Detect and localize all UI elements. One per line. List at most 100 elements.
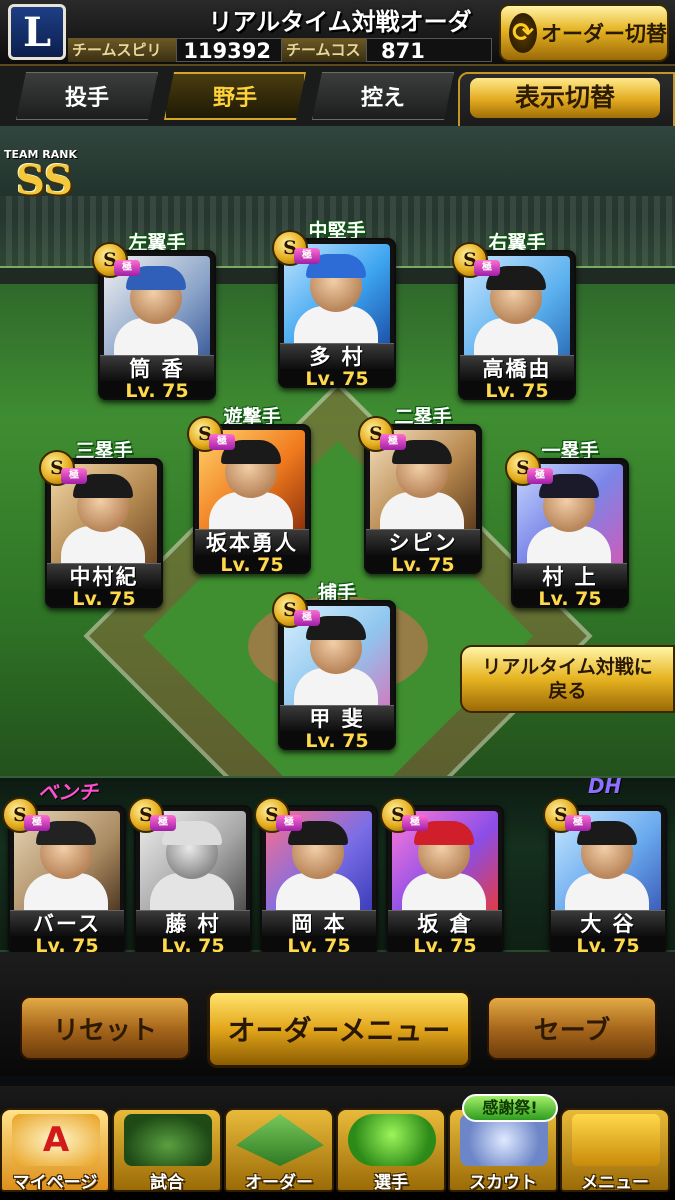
s-rank-badge-icon: S極	[92, 242, 140, 278]
player-name: 坂 倉	[388, 910, 502, 936]
nav-label: スカウト	[469, 1173, 537, 1193]
player-slot-right-field[interactable]: 右翼手 高橋由 Lv. 75 S極	[452, 232, 576, 400]
nav-label: オーダー	[245, 1173, 313, 1193]
team-logo-letter: L	[22, 8, 52, 56]
player-name: 多 村	[280, 343, 394, 369]
player-slot-third-base[interactable]: 三塁手 中村紀 Lv. 75 S極	[39, 440, 163, 608]
order-menu-button[interactable]: オーダーメニュー	[207, 990, 471, 1068]
team-rank: TEAM RANK SS	[4, 148, 94, 208]
spirits-label: チームスピリッツ	[68, 38, 176, 83]
player-name: 甲 斐	[280, 705, 394, 731]
player-level: Lv. 75	[195, 555, 309, 572]
player-name: 筒 香	[100, 355, 214, 381]
tab-pitchers[interactable]: 投手	[16, 72, 158, 120]
s-rank-badge-icon: S極	[187, 416, 235, 452]
player-jersey	[527, 526, 611, 568]
kiwa-tag-icon: 極	[474, 260, 500, 276]
display-toggle-title: 表示切替	[470, 78, 660, 118]
tab-fielders[interactable]: 野手	[164, 72, 306, 120]
s-rank-badge-icon: S極	[358, 416, 406, 452]
kiwa-tag-icon: 極	[294, 610, 320, 626]
home-a-glyph: A	[42, 1120, 70, 1160]
s-rank-badge-icon: S極	[543, 797, 591, 833]
player-jersey	[294, 306, 378, 348]
player-slot-center-field[interactable]: 中堅手 多 村 Lv. 75 S極	[272, 220, 396, 388]
player-jersey	[150, 873, 234, 915]
player-jersey	[402, 873, 486, 915]
bench-label: ベンチ	[38, 780, 98, 804]
bench-slot-4[interactable]: 坂 倉 Lv. 75 S極	[380, 797, 504, 955]
kiwa-tag-icon: 極	[294, 248, 320, 264]
kiwa-tag-icon: 極	[402, 815, 428, 831]
nav-label: メニュー	[581, 1173, 649, 1193]
return-to-battle-button[interactable]: リアルタイム対戦に 戻る	[460, 645, 675, 713]
s-rank-badge-icon: S極	[2, 797, 50, 833]
player-slot-shortstop[interactable]: 遊撃手 坂本勇人 Lv. 75 S極	[187, 406, 311, 574]
tab-reserves[interactable]: 控え	[312, 72, 454, 120]
reset-button[interactable]: リセット	[20, 996, 190, 1060]
team-rank-value: SS	[16, 157, 73, 204]
nav-item-mypage[interactable]: A マイページ	[0, 1108, 110, 1193]
player-level: Lv. 75	[100, 381, 214, 398]
bench-slot-3[interactable]: 岡 本 Lv. 75 S極	[254, 797, 378, 955]
player-jersey	[24, 873, 108, 915]
player-slot-catcher[interactable]: 捕手 甲 斐 Lv. 75 S極	[272, 582, 396, 750]
s-rank-badge-icon: S極	[128, 797, 176, 833]
player-name: 中村紀	[47, 563, 161, 589]
player-name: 岡 本	[262, 910, 376, 936]
kiwa-tag-icon: 極	[380, 434, 406, 450]
team-logo: L	[8, 4, 66, 60]
nav-item-order[interactable]: オーダー	[224, 1108, 334, 1193]
cost-label: チームコスト	[282, 38, 366, 83]
nav-label: マイページ	[12, 1173, 98, 1193]
bench-slot-2[interactable]: 藤 村 Lv. 75 S極	[128, 797, 252, 955]
player-level: Lv. 75	[366, 555, 480, 572]
cost-value: 871	[366, 38, 492, 63]
player-jersey	[114, 318, 198, 360]
stadium-icon	[124, 1114, 212, 1166]
s-rank-badge-icon: S極	[505, 450, 553, 486]
save-button[interactable]: セーブ	[487, 996, 657, 1060]
nav-label: 選手	[374, 1173, 408, 1193]
s-rank-badge-icon: S極	[272, 230, 320, 266]
player-jersey	[61, 526, 145, 568]
bench-slot-1[interactable]: バース Lv. 75 S極	[2, 797, 126, 955]
player-jersey	[294, 668, 378, 710]
kiwa-tag-icon: 極	[527, 468, 553, 484]
player-name: シピン	[366, 529, 480, 555]
player-level: Lv. 75	[460, 381, 574, 398]
player-slot-left-field[interactable]: 左翼手 筒 香 Lv. 75 S極	[92, 232, 216, 400]
player-jersey	[474, 318, 558, 360]
nav-label: 試合	[150, 1173, 184, 1193]
kiwa-tag-icon: 極	[61, 468, 87, 484]
player-name: バース	[10, 910, 124, 936]
player-name: 坂本勇人	[195, 529, 309, 555]
player-slot-first-base[interactable]: 一塁手 村 上 Lv. 75 S極	[505, 440, 629, 608]
player-jersey	[276, 873, 360, 915]
player-name: 高橋由	[460, 355, 574, 381]
dh-slot[interactable]: 大 谷 Lv. 75 S極	[543, 797, 667, 955]
nav-item-players[interactable]: 選手	[336, 1108, 446, 1193]
player-level: Lv. 75	[513, 589, 627, 606]
dh-label: DH	[588, 774, 622, 798]
s-rank-badge-icon: S極	[452, 242, 500, 278]
s-rank-badge-icon: S極	[39, 450, 87, 486]
s-rank-badge-icon: S極	[380, 797, 428, 833]
menu-icon	[572, 1114, 660, 1166]
nav-item-game[interactable]: 試合	[112, 1108, 222, 1193]
player-jersey	[209, 492, 293, 534]
spirits-value: 119392	[176, 38, 282, 63]
return-button-line1: リアルタイム対戦に	[482, 656, 653, 678]
player-level: Lv. 75	[280, 731, 394, 748]
player-jersey	[380, 492, 464, 534]
kiwa-tag-icon: 極	[209, 434, 235, 450]
player-slot-second-base[interactable]: 二塁手 シピン Lv. 75 S極	[358, 406, 482, 574]
player-level: Lv. 75	[47, 589, 161, 606]
return-button-line2: 戻る	[548, 680, 587, 702]
order-switch-button[interactable]: ⟳ オーダー切替	[499, 4, 669, 62]
swap-icon: ⟳	[509, 13, 537, 53]
kiwa-tag-icon: 極	[114, 260, 140, 276]
s-rank-badge-icon: S極	[254, 797, 302, 833]
nav-item-menu[interactable]: メニュー	[560, 1108, 670, 1193]
order-switch-label: オーダー切替	[541, 22, 667, 46]
